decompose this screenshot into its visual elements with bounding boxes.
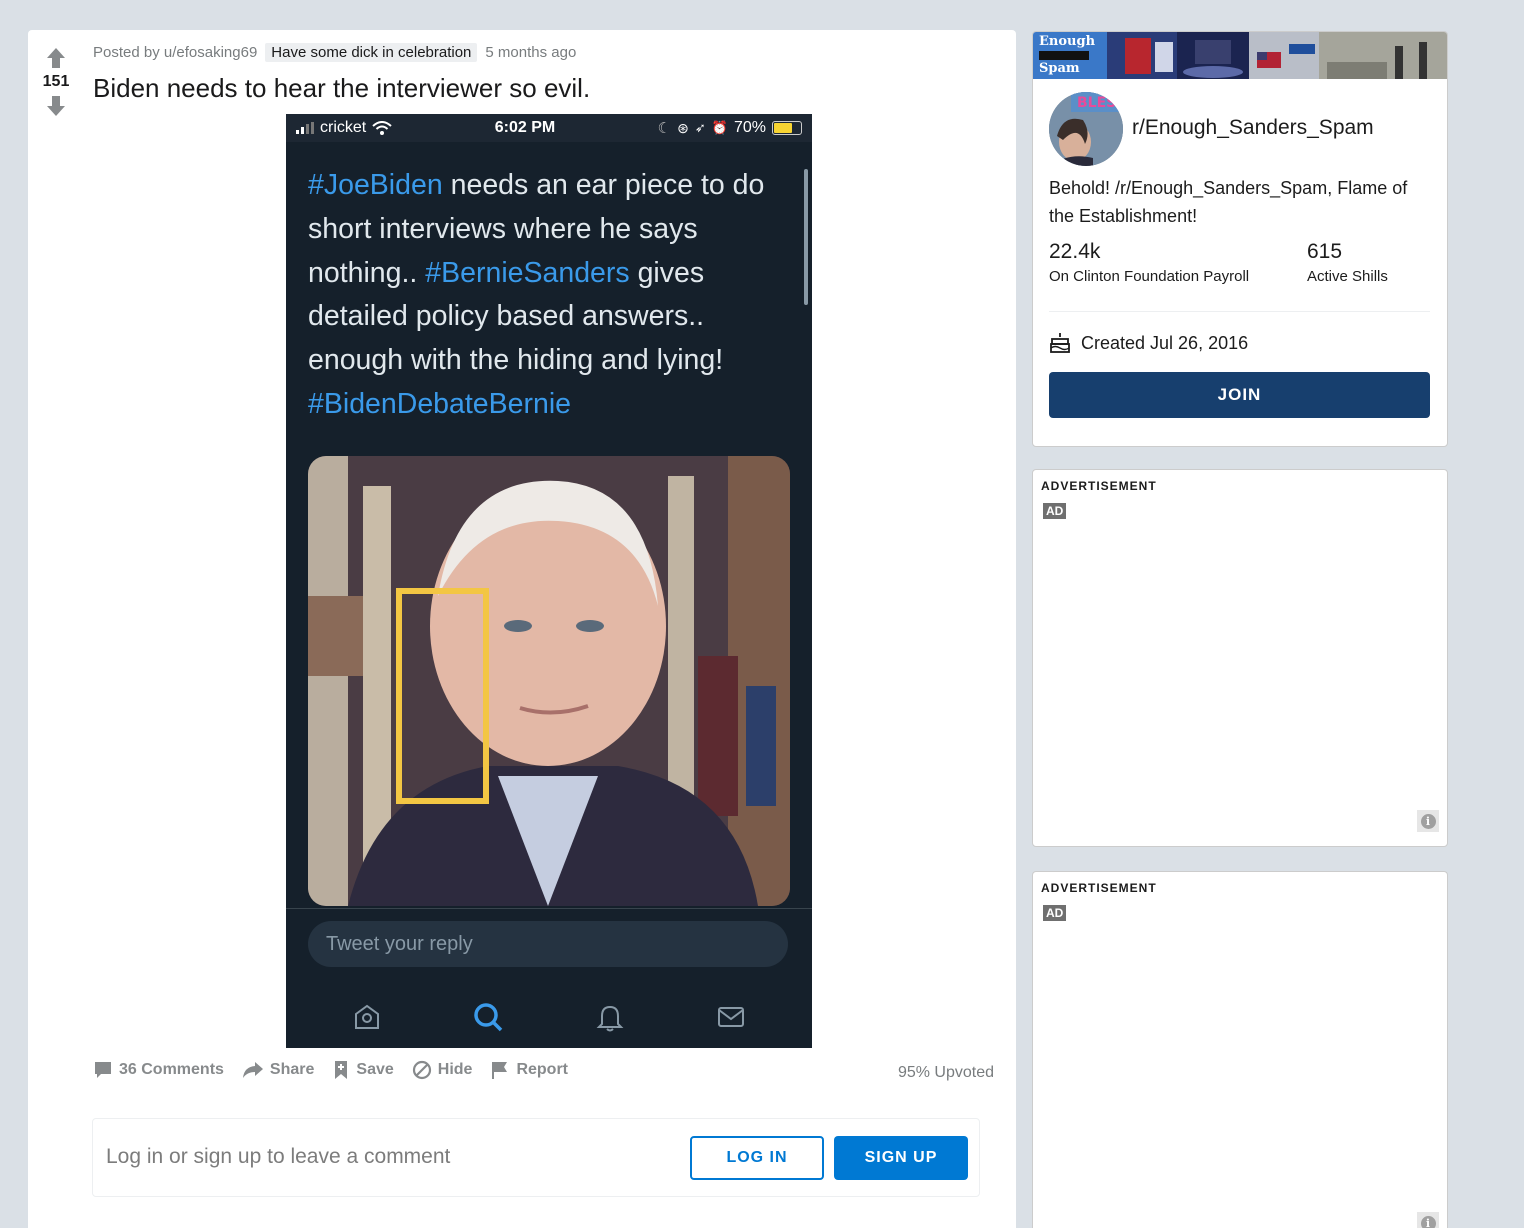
advertisement-slot: ADVERTISEMENT AD i: [1032, 871, 1448, 1228]
banner-logo-top: Enough: [1039, 34, 1096, 49]
tweet-text: #JoeBiden needs an ear piece to do short…: [308, 164, 786, 427]
join-button[interactable]: JOIN: [1049, 372, 1430, 418]
upvote-ratio: 95% Upvoted: [897, 1064, 994, 1081]
wifi-icon: [372, 121, 392, 135]
share-icon: [242, 1062, 263, 1078]
advertisement-slot: ADVERTISEMENT AD i: [1032, 469, 1448, 847]
online-count: 615: [1307, 240, 1343, 263]
comments-label: 36 Comments: [119, 1061, 224, 1078]
subreddit-avatar[interactable]: BLESS: [1049, 92, 1123, 166]
post-card: 151 Posted by u/efosaking69 Have some di…: [28, 30, 1016, 1228]
members-stat: 22.4k On Clinton Foundation Payroll: [1049, 240, 1249, 285]
report-label: Report: [516, 1061, 568, 1078]
members-count: 22.4k: [1049, 240, 1101, 263]
banner-photo-strip: [1107, 32, 1447, 79]
mail-icon[interactable]: [711, 997, 751, 1037]
post-title[interactable]: Biden needs to hear the interviewer so e…: [93, 73, 590, 104]
avatar-image: BLESS: [1049, 92, 1123, 166]
tweet-reply-area: Tweet your reply: [286, 908, 812, 1048]
vote-score: 151: [42, 73, 70, 90]
vote-column: 151: [28, 30, 84, 118]
online-stat: 615 Active Shills: [1307, 240, 1388, 285]
ad-badge: AD: [1043, 503, 1067, 519]
info-icon: i: [1420, 813, 1436, 829]
phone-status-bar: cricket 6:02 PM ☾ ⊛ ➶ ⏰ 70%: [286, 114, 812, 142]
subreddit-name[interactable]: r/Enough_Sanders_Spam: [1132, 116, 1374, 140]
share-label: Share: [269, 1061, 315, 1078]
save-label: Save: [356, 1061, 394, 1078]
hashtag-berniesanders[interactable]: #BernieSanders: [425, 257, 629, 289]
log-in-button[interactable]: LOG IN: [690, 1136, 824, 1180]
report-button[interactable]: Report: [490, 1060, 568, 1080]
upvote-button[interactable]: [44, 46, 68, 70]
comments-button[interactable]: 36 Comments: [93, 1060, 224, 1080]
downvote-icon: [47, 96, 65, 116]
home-icon[interactable]: [347, 997, 387, 1037]
rotation-lock-icon: ⊛: [677, 119, 689, 136]
ad-info-button[interactable]: i: [1417, 810, 1439, 832]
members-label: On Clinton Foundation Payroll: [1049, 268, 1250, 285]
signal-icon: [296, 122, 314, 134]
online-label: Active Shills: [1307, 268, 1388, 285]
flag-icon: [492, 1062, 508, 1079]
info-icon: i: [1420, 1215, 1436, 1228]
created-date: Created Jul 26, 2016: [1049, 332, 1248, 354]
subreddit-banner: Enough Spam: [1033, 32, 1447, 79]
post-flair[interactable]: Have some dick in celebration: [265, 43, 478, 62]
tweet-reply-input[interactable]: Tweet your reply: [308, 921, 788, 967]
subreddit-about-card: Enough Spam BLESS r/Enough_Sanders_Spam …: [1032, 31, 1448, 447]
post-actions: 36 Comments Share Save Hide Report: [93, 1060, 568, 1080]
post-meta: Posted by u/efosaking69 Have some dick i…: [93, 43, 576, 62]
advertisement-label: ADVERTISEMENT: [1041, 479, 1157, 493]
hide-button[interactable]: Hide: [412, 1060, 473, 1080]
advertisement-label: ADVERTISEMENT: [1041, 881, 1157, 895]
comment-login-prompt: Log in or sign up to leave a comment LOG…: [92, 1118, 980, 1197]
hide-label: Hide: [437, 1061, 473, 1078]
sign-up-button[interactable]: SIGN UP: [834, 1136, 968, 1180]
banner-logo-bottom: Spam: [1039, 61, 1080, 76]
phone-time: 6:02 PM: [494, 119, 556, 136]
downvote-button[interactable]: [44, 94, 68, 118]
bookmark-icon: [335, 1061, 348, 1079]
tweet-scrollbar[interactable]: [804, 169, 808, 305]
upvote-icon: [47, 48, 65, 68]
video-still: [308, 456, 790, 906]
ad-badge: AD: [1043, 905, 1067, 921]
share-button[interactable]: Share: [242, 1060, 314, 1080]
sidebar-divider: [1049, 311, 1430, 312]
comment-prompt-text: Log in or sign up to leave a comment: [106, 1145, 451, 1168]
save-button[interactable]: Save: [332, 1060, 394, 1080]
comment-icon: [95, 1062, 111, 1078]
battery-icon: [771, 121, 802, 135]
alarm-icon: ⏰: [711, 120, 728, 135]
banner-redaction: [1039, 51, 1089, 60]
moon-icon: ☾: [657, 120, 672, 137]
banner-logo: Enough Spam: [1033, 32, 1107, 79]
post-author[interactable]: Posted by u/efosaking69: [93, 44, 257, 61]
avatar-sign-text: BLESS: [1077, 95, 1123, 111]
carrier-name: cricket: [320, 119, 367, 136]
post-image[interactable]: cricket 6:02 PM ☾ ⊛ ➶ ⏰ 70% #JoeBiden ne…: [286, 114, 812, 1048]
hashtag-bidendebatebernie[interactable]: #BidenDebateBernie: [308, 388, 571, 420]
video-frame[interactable]: [308, 456, 790, 906]
post-age[interactable]: 5 months ago: [485, 44, 576, 61]
hashtag-joebiden[interactable]: #JoeBiden: [308, 169, 443, 201]
cake-icon: [1050, 333, 1070, 353]
ad-info-button[interactable]: i: [1417, 1212, 1439, 1228]
bell-icon[interactable]: [590, 997, 630, 1037]
battery-percent: 70%: [733, 119, 766, 136]
created-text: Created Jul 26, 2016: [1081, 332, 1249, 353]
hide-icon: [412, 1060, 431, 1080]
twitter-tab-bar: [286, 997, 812, 1037]
subreddit-description: Behold! /r/Enough_Sanders_Spam, Flame of…: [1049, 178, 1408, 226]
search-icon[interactable]: [468, 997, 508, 1037]
location-icon: ➶: [694, 120, 706, 135]
